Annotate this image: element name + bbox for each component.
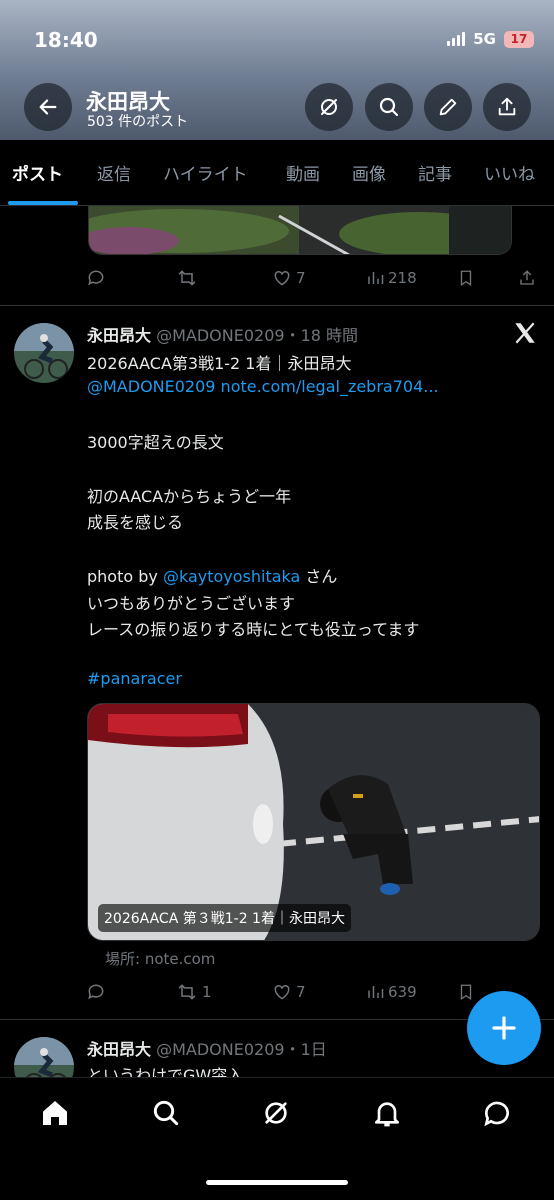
reply-icon <box>88 270 104 286</box>
bell-icon <box>375 1102 399 1127</box>
like-count: 7 <box>296 269 306 287</box>
back-button[interactable] <box>24 83 72 131</box>
bookmark-icon <box>460 270 472 287</box>
prev-post-image[interactable] <box>88 206 512 255</box>
grok-icon <box>321 99 337 115</box>
avatar[interactable] <box>14 323 74 383</box>
share-icon <box>520 270 534 285</box>
repost-count: 1 <box>202 983 212 1001</box>
tab-likes[interactable]: いいね <box>484 160 535 185</box>
status-indicators: 5G 17 <box>447 30 534 48</box>
reply-button[interactable] <box>86 982 106 1002</box>
link-domain[interactable]: 場所: note.com <box>105 948 215 969</box>
repost-icon <box>178 984 196 1000</box>
credit-suffix: さん <box>300 567 338 586</box>
views-icon <box>368 272 384 284</box>
credit-prefix: photo by <box>87 567 163 586</box>
status-time: 18:40 <box>34 28 98 52</box>
bookmark-icon <box>460 984 472 1001</box>
nav-grok[interactable] <box>260 1097 292 1133</box>
bookmark-button[interactable] <box>457 268 475 288</box>
tab-posts[interactable]: ポスト <box>12 160 63 185</box>
share-post-button[interactable] <box>518 268 536 288</box>
views-button[interactable]: 218 <box>366 268 417 288</box>
heart-icon <box>274 984 290 1000</box>
view-count: 218 <box>388 269 417 287</box>
post-text-line: 3000字超えの長文 <box>87 433 224 452</box>
post-text-title: 2026AACA第3戦1-2 1着｜永田昂大 <box>87 354 352 373</box>
nav-search[interactable] <box>150 1097 182 1133</box>
x-logo-icon <box>512 320 538 350</box>
edit-button[interactable] <box>424 83 472 131</box>
views-icon <box>368 986 384 998</box>
post-count: 503 件のポスト <box>87 114 189 130</box>
nav-notifications[interactable] <box>371 1097 403 1133</box>
post-credit-line: photo by @kaytoyoshitaka さん <box>87 563 337 587</box>
pencil-icon <box>439 98 457 116</box>
tab-articles[interactable]: 記事 <box>418 160 452 185</box>
reply-button[interactable] <box>86 268 106 288</box>
search-icon <box>379 97 399 117</box>
repost-button[interactable] <box>176 268 198 288</box>
plus-icon <box>492 1016 516 1040</box>
handle-time: @MADONE0209・1日 <box>156 1040 327 1059</box>
like-button[interactable]: 7 <box>272 268 306 288</box>
tab-photos[interactable]: 画像 <box>352 160 386 185</box>
mention-link[interactable]: @kaytoyoshitaka <box>163 567 300 586</box>
search-icon <box>153 1100 179 1126</box>
share-icon <box>498 97 516 116</box>
like-button[interactable]: 7 <box>272 982 306 1002</box>
nav-home[interactable] <box>39 1097 71 1133</box>
battery-icon: 17 <box>504 30 534 48</box>
repost-icon <box>178 270 196 286</box>
like-count: 7 <box>296 983 306 1001</box>
repost-button[interactable]: 1 <box>176 982 212 1002</box>
post-text-line: 初のAACAからちょうど一年 <box>87 487 292 506</box>
views-button[interactable]: 639 <box>366 982 417 1002</box>
handle-time: @MADONE0209・18 時間 <box>156 326 359 345</box>
active-tab-indicator <box>8 201 78 205</box>
tab-replies[interactable]: 返信 <box>97 160 131 185</box>
chat-bubble-icon <box>484 1101 509 1127</box>
grok-button[interactable] <box>305 83 353 131</box>
tab-highlights[interactable]: ハイライト <box>163 160 248 185</box>
link-card-title: 2026AACA 第３戦1-2 1着｜永田昂大 <box>98 904 351 932</box>
profile-header-banner <box>0 0 554 140</box>
home-indicator <box>206 1180 348 1185</box>
post-text-line: レースの振り返りする時にとても役立ってます <box>87 620 420 639</box>
author-name[interactable]: 永田昂大 <box>87 326 151 345</box>
post-text-line: いつもありがとうございます <box>87 594 296 613</box>
nav-messages[interactable] <box>481 1097 513 1133</box>
profile-tabs <box>0 140 554 206</box>
post-divider <box>0 305 554 306</box>
grok-icon <box>265 1102 287 1124</box>
post-text-line: 成長を感じる <box>87 513 184 532</box>
signal-icon <box>447 32 466 46</box>
post-header: 永田昂大 @MADONE0209・1日 <box>87 1036 327 1060</box>
hashtag-link[interactable]: #panaracer <box>87 669 182 688</box>
post-link[interactable]: @MADONE0209 note.com/legal_zebra704... <box>87 377 439 396</box>
share-button[interactable] <box>483 83 531 131</box>
avatar-image <box>14 323 74 383</box>
home-icon <box>43 1101 67 1125</box>
search-button[interactable] <box>365 83 413 131</box>
post-header: 永田昂大 @MADONE0209・18 時間 <box>87 322 358 346</box>
tab-videos[interactable]: 動画 <box>286 160 320 185</box>
heart-icon <box>274 270 290 286</box>
author-name[interactable]: 永田昂大 <box>87 1040 151 1059</box>
back-arrow-icon <box>39 99 57 115</box>
reply-icon <box>88 984 104 1000</box>
view-count: 639 <box>388 983 417 1001</box>
garden-photo <box>89 206 511 254</box>
network-label: 5G <box>473 30 496 48</box>
compose-button[interactable] <box>467 991 541 1065</box>
bookmark-button[interactable] <box>457 982 475 1002</box>
